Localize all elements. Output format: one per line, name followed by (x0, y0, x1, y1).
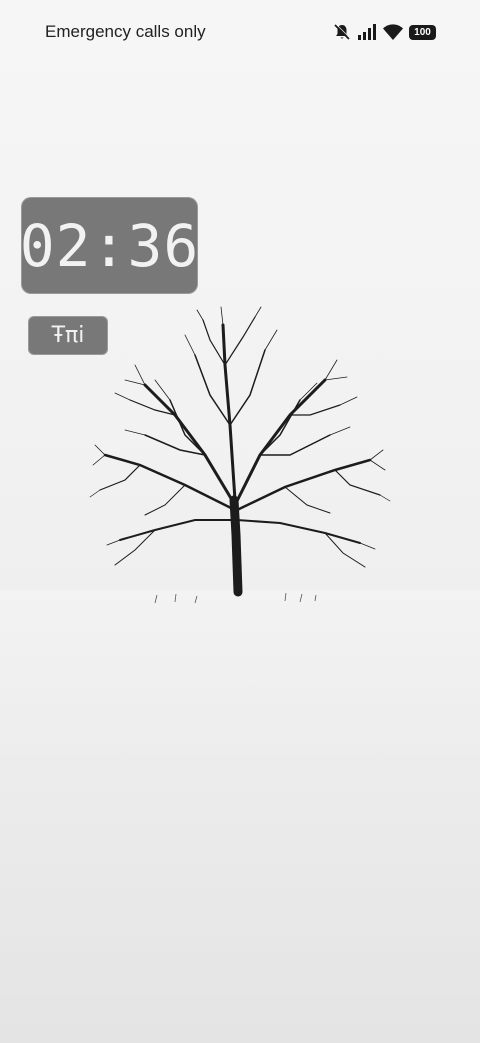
wallpaper-snow-field (0, 590, 480, 1043)
status-bar: Emergency calls only 100 (0, 0, 480, 64)
wallpaper-tree (89, 306, 391, 604)
day-widget[interactable]: Ŧπi (28, 316, 108, 355)
carrier-status-text: Emergency calls only (45, 22, 206, 41)
bell-muted-icon (334, 23, 351, 40)
wifi-icon (383, 24, 403, 40)
clock-widget[interactable]: 02:36 (19, 197, 200, 294)
clock-time: 02:36 (19, 211, 200, 280)
signal-icon (358, 24, 376, 40)
battery-icon: 100 (409, 24, 436, 40)
battery-level-text: 100 (414, 26, 431, 38)
day-label: Ŧπi (51, 323, 85, 348)
status-icons: 100 (332, 22, 436, 42)
